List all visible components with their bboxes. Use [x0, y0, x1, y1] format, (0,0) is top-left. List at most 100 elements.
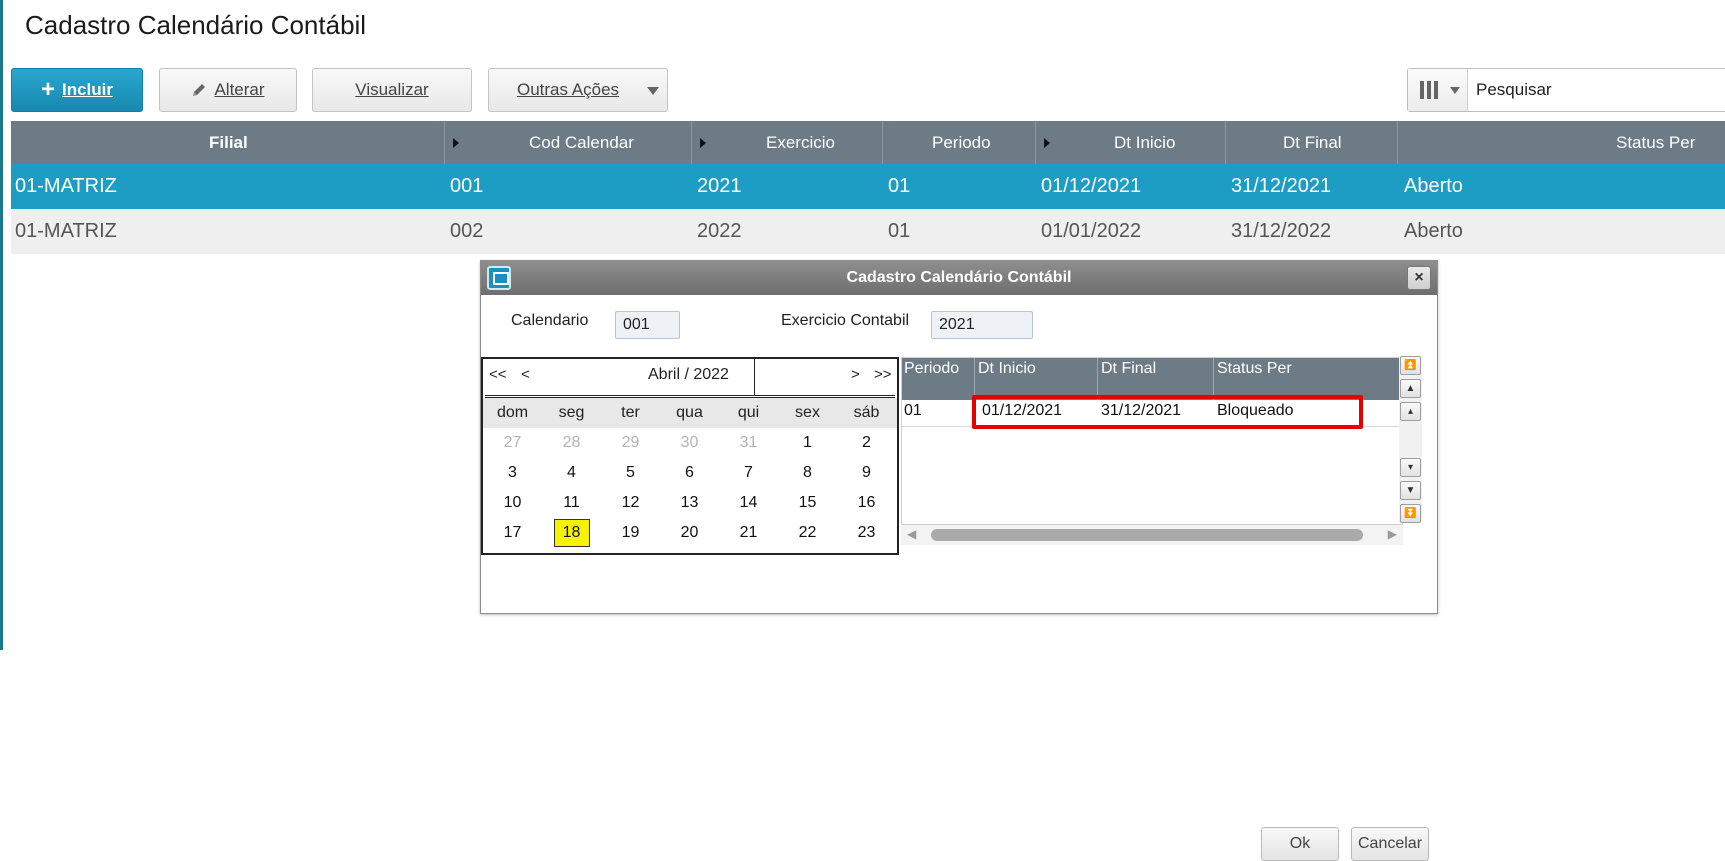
column-header-dt-inicio[interactable]: Dt Inicio: [1036, 121, 1226, 164]
scroll-thumb[interactable]: [931, 529, 1363, 541]
column-header-periodo[interactable]: Periodo: [904, 360, 959, 378]
column-header-filial[interactable]: Filial: [11, 121, 445, 164]
page-up-icon[interactable]: ▲: [1400, 379, 1421, 398]
cell-status-per: Aberto: [1404, 220, 1463, 242]
month-year-label: Abril / 2022: [648, 366, 729, 383]
calendar-day-label: 5: [626, 464, 635, 481]
scroll-down-icon[interactable]: ▾: [1400, 458, 1421, 477]
calendar-day[interactable]: 4: [542, 458, 601, 488]
grid-header: Filial Cod Calendar Exercicio Periodo Dt…: [11, 121, 1725, 164]
calendar-day[interactable]: 2: [837, 428, 896, 458]
scroll-right-icon[interactable]: ▶: [1388, 527, 1397, 541]
calendar-day[interactable]: 29: [601, 428, 660, 458]
dialog-title-bar[interactable]: Cadastro Calendário Contábil ×: [481, 261, 1437, 295]
calendar-day-label: 6: [685, 464, 694, 481]
visualizar-button[interactable]: Visualizar: [312, 68, 472, 112]
incluir-button[interactable]: + Incluir: [11, 68, 143, 112]
calendar-day[interactable]: 9: [837, 458, 896, 488]
dialog-title: Cadastro Calendário Contábil: [846, 269, 1072, 286]
calendar-day[interactable]: 18: [542, 518, 601, 548]
column-header-periodo[interactable]: Periodo: [883, 121, 1036, 164]
calendar-day[interactable]: 6: [660, 458, 719, 488]
sort-arrow-icon: [453, 138, 459, 148]
plus-icon: +: [40, 76, 55, 103]
calendar-day-label: 17: [503, 524, 522, 541]
calendar-day[interactable]: 12: [601, 488, 660, 518]
calendar-day-label: 14: [739, 494, 758, 511]
calendar-day-label: 28: [562, 434, 581, 451]
column-header-cod-calendar[interactable]: Cod Calendar: [445, 121, 692, 164]
calendar-day[interactable]: 27: [483, 428, 542, 458]
vertical-scrollbar[interactable]: ⏫ ▲ ▴ ▾ ▼ ⏬: [1399, 356, 1422, 523]
table-row[interactable]: 01-MATRIZ 002 2022 01 01/01/2022 31/12/2…: [11, 209, 1725, 254]
next-month-button[interactable]: >: [851, 366, 860, 383]
calendar-day[interactable]: 23: [837, 518, 896, 548]
table-row[interactable]: 01-MATRIZ 001 2021 01 01/12/2021 31/12/2…: [11, 164, 1725, 209]
scroll-left-icon[interactable]: ◀: [907, 527, 916, 541]
chevron-down-icon: [1450, 86, 1460, 94]
calendar-day[interactable]: 13: [660, 488, 719, 518]
horizontal-scrollbar[interactable]: ◀ ▶: [901, 525, 1403, 545]
prev-year-button[interactable]: <<: [489, 366, 507, 383]
calendar-day-label: 12: [621, 494, 640, 511]
weekday-label: sáb: [853, 404, 880, 421]
column-header-dt-inicio[interactable]: Dt Inicio: [978, 360, 1036, 378]
column-header-exercicio[interactable]: Exercicio: [692, 121, 883, 164]
calendar-day[interactable]: 7: [719, 458, 778, 488]
calendar-day[interactable]: 31: [719, 428, 778, 458]
calendar-day[interactable]: 20: [660, 518, 719, 548]
calendar-day[interactable]: 3: [483, 458, 542, 488]
next-year-button[interactable]: >>: [874, 366, 892, 383]
ok-button[interactable]: Ok: [1261, 827, 1339, 861]
calendar-day-label: 21: [739, 524, 758, 541]
cell-exercicio: 2022: [697, 220, 742, 242]
highlight-box: [972, 395, 1363, 429]
column-divider: [974, 358, 975, 400]
prev-month-button[interactable]: <: [521, 366, 530, 383]
outras-acoes-button[interactable]: Outras Ações: [488, 68, 668, 112]
calendar-day[interactable]: 5: [601, 458, 660, 488]
calendar-day[interactable]: 17: [483, 518, 542, 548]
weekday-label: sex: [795, 404, 820, 421]
calendar-day-label: 22: [798, 524, 817, 541]
calendar-day[interactable]: 19: [601, 518, 660, 548]
calendar-day[interactable]: 14: [719, 488, 778, 518]
scroll-up-icon[interactable]: ▴: [1400, 402, 1421, 421]
calendar-day[interactable]: 11: [542, 488, 601, 518]
page-down-icon[interactable]: ▼: [1400, 481, 1421, 500]
column-header-status-per[interactable]: Status Per: [1217, 360, 1292, 378]
sort-arrow-icon: [1044, 138, 1050, 148]
calendar-day[interactable]: 30: [660, 428, 719, 458]
cell-exercicio: 2021: [697, 175, 742, 197]
calendar-day[interactable]: 15: [778, 488, 837, 518]
calendar-day[interactable]: 16: [837, 488, 896, 518]
column-header-status-per[interactable]: Status Per: [1398, 121, 1725, 164]
alterar-label: Alterar: [214, 80, 265, 99]
cell-dt-final: 31/12/2021: [1231, 175, 1332, 197]
calendar-day[interactable]: 28: [542, 428, 601, 458]
search-input[interactable]: [1474, 77, 1724, 103]
column-header-dt-final[interactable]: Dt Final: [1101, 360, 1156, 378]
column-picker-button[interactable]: [1408, 69, 1468, 111]
page-title: Cadastro Calendário Contábil: [25, 10, 367, 40]
scroll-top-icon[interactable]: ⏫: [1400, 356, 1421, 375]
calendar-day-label: 7: [744, 464, 753, 481]
cell-filial: 01-MATRIZ: [15, 220, 117, 242]
cancel-button[interactable]: Cancelar: [1351, 827, 1429, 861]
exercicio-contabil-field[interactable]: [931, 311, 1033, 339]
calendar-day[interactable]: 10: [483, 488, 542, 518]
calendar-day[interactable]: 21: [719, 518, 778, 548]
calendario-label: Calendario: [511, 312, 589, 329]
alterar-button[interactable]: Alterar: [159, 68, 297, 112]
calendar-day[interactable]: 8: [778, 458, 837, 488]
calendar-day[interactable]: 1: [778, 428, 837, 458]
column-header-dt-final[interactable]: Dt Final: [1226, 121, 1398, 164]
close-icon[interactable]: ×: [1407, 266, 1431, 290]
columns-icon: [1420, 81, 1438, 99]
cell-dt-inicio: 01/01/2022: [1041, 220, 1142, 242]
calendar-day[interactable]: 22: [778, 518, 837, 548]
calendario-field[interactable]: [615, 311, 680, 339]
weekday-label: seg: [558, 404, 585, 421]
calendar-day-label: 31: [739, 434, 758, 451]
scroll-bottom-icon[interactable]: ⏬: [1400, 504, 1421, 523]
